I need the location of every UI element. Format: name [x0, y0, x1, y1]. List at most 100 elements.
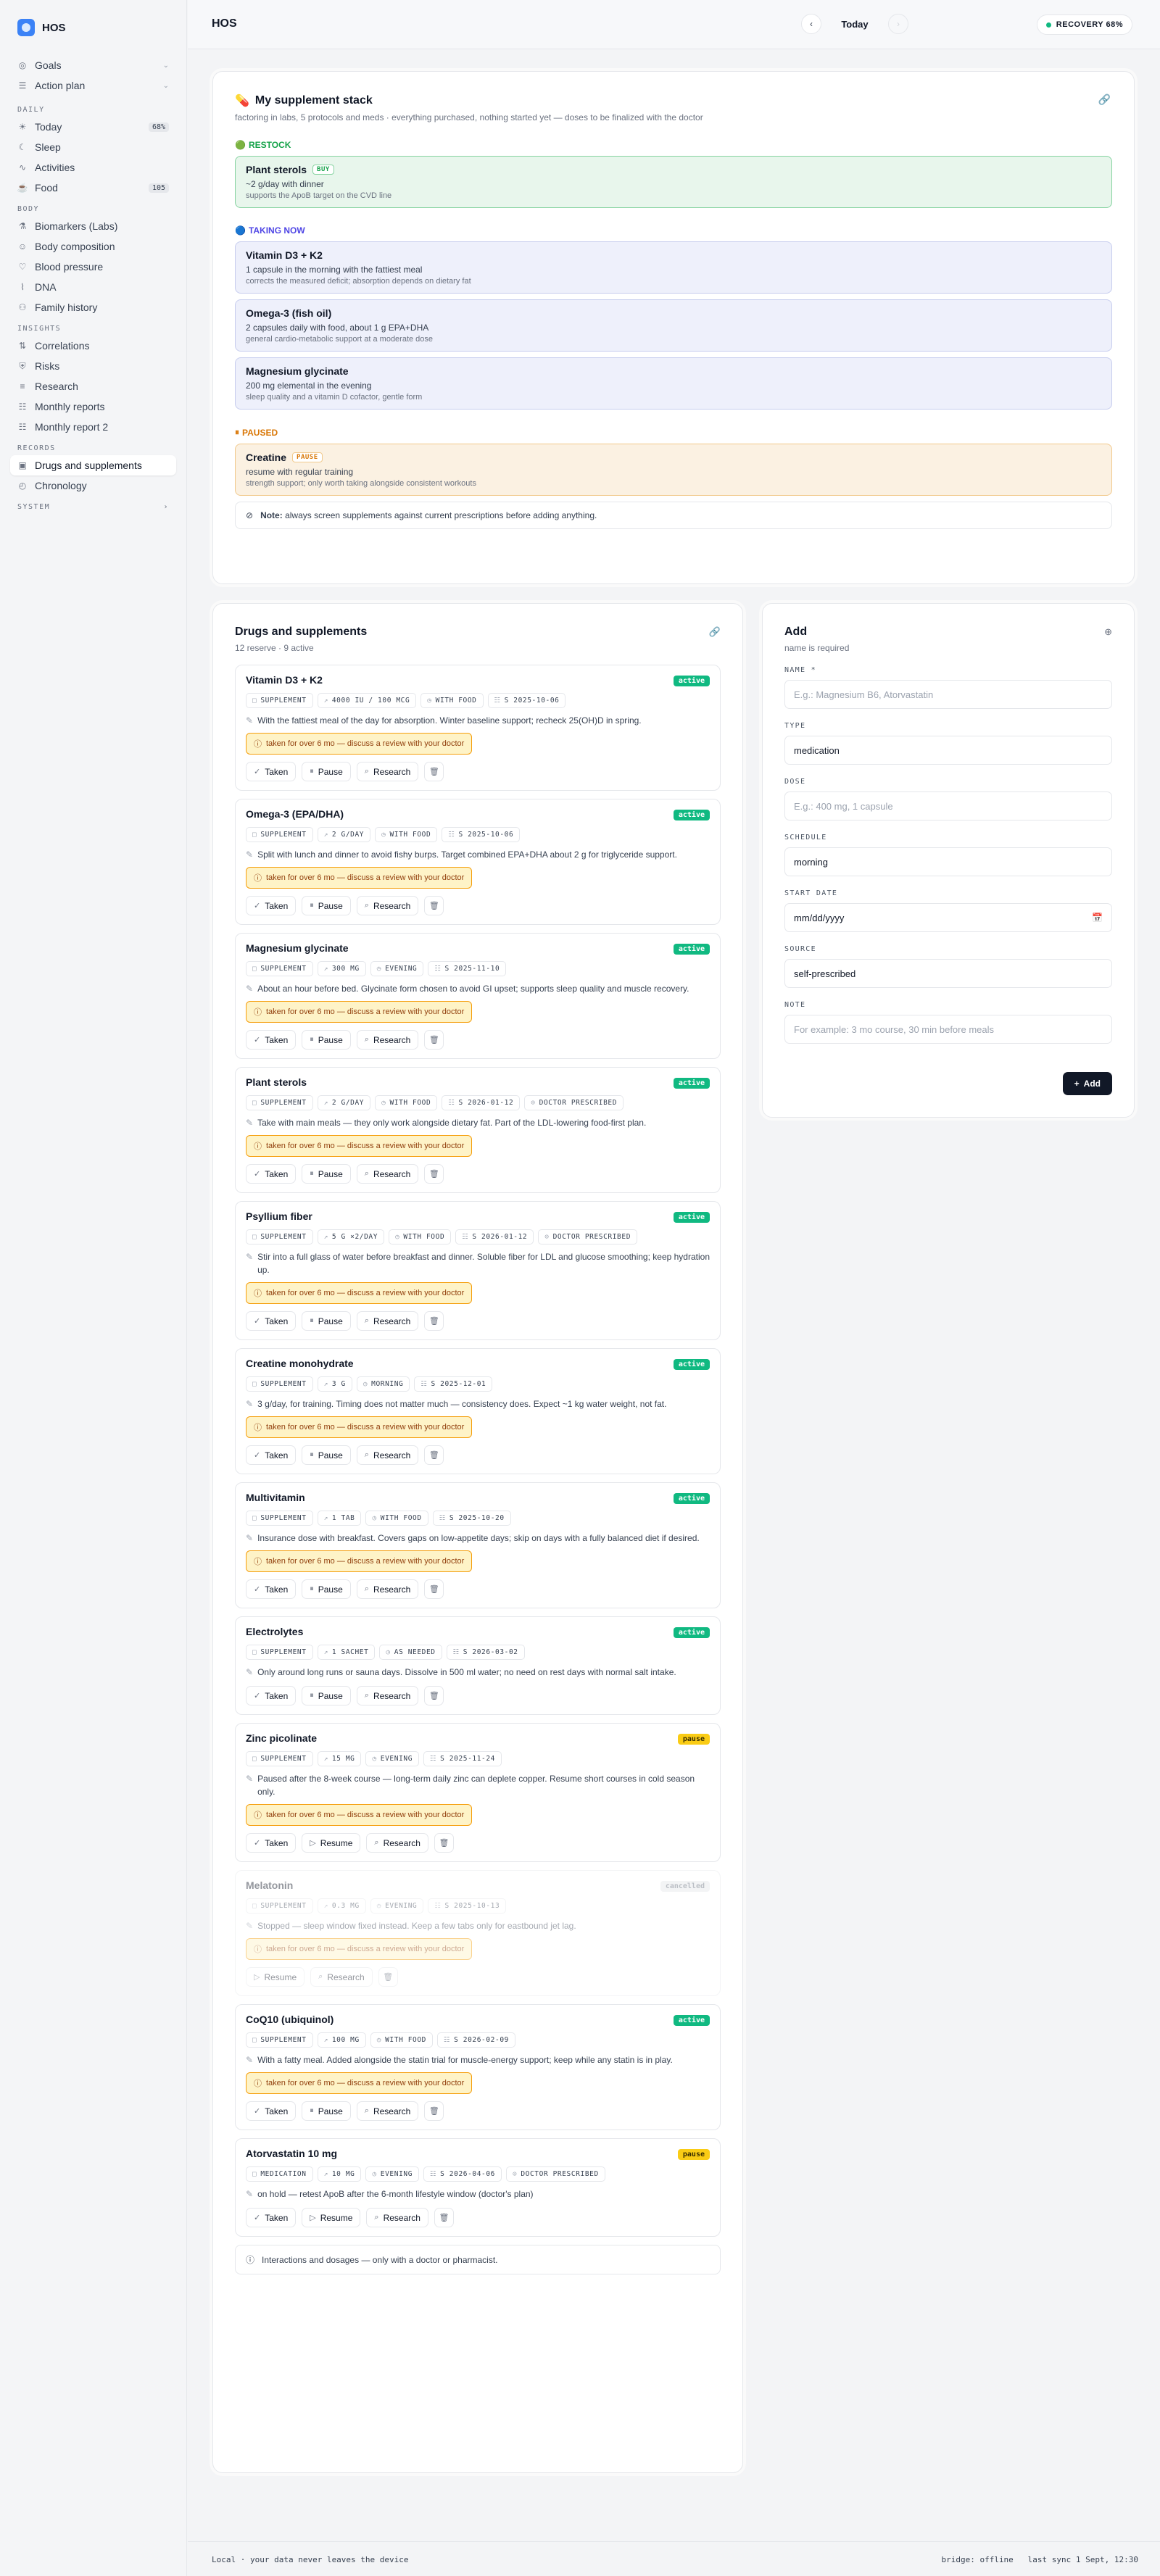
sidebar-section-system[interactable]: SYSTEM ›	[17, 503, 169, 511]
research-button[interactable]: ⌕ Research	[356, 1030, 419, 1050]
stack-item[interactable]: Magnesium glycinate 200 mg elemental in t…	[235, 357, 1112, 410]
delete-button[interactable]: 🗑	[424, 1686, 444, 1705]
taken-button[interactable]: ✓ Taken	[246, 1686, 297, 1705]
research-button[interactable]: ⌕ Research	[356, 1164, 419, 1184]
resume-button[interactable]: ▷ Resume	[302, 1833, 361, 1853]
research-button[interactable]: ⌕ Research	[356, 1579, 419, 1599]
sidebar-item-today[interactable]: ☀ Today 68%	[10, 117, 176, 137]
pause-button[interactable]: ⏸ Pause	[302, 1030, 351, 1050]
name-input[interactable]: E.g.: Magnesium B6, Atorvastatin	[784, 680, 1112, 709]
sidebar-item-drugs-and-supplements[interactable]: ▣ Drugs and supplements	[10, 455, 176, 475]
chevron-right-icon: ›	[163, 503, 169, 511]
pill-dose-icon: ↗	[323, 1233, 328, 1241]
pause-button[interactable]: ⏸ Pause	[302, 1164, 351, 1184]
next-day-button[interactable]: ›	[888, 14, 908, 34]
taken-button[interactable]: ✓ Taken	[246, 1579, 297, 1599]
taken-button[interactable]: ✓ Taken	[246, 2208, 297, 2227]
search-icon: ⌕	[364, 767, 369, 776]
taken-button[interactable]: ✓ Taken	[246, 896, 297, 915]
link-icon[interactable]: 🔗	[1098, 94, 1111, 106]
start-date-input[interactable]: mm/dd/yyyy 📅	[784, 903, 1112, 932]
taken-button[interactable]: ✓ Taken	[246, 1445, 297, 1465]
stack-item[interactable]: Vitamin D3 + K2 1 capsule in the morning …	[235, 241, 1112, 294]
delete-button[interactable]: 🗑	[424, 762, 444, 781]
delete-button[interactable]: 🗑	[424, 1445, 444, 1465]
link-icon[interactable]: 🔗	[709, 626, 721, 638]
recovery-badge[interactable]: RECOVERY 68%	[1036, 14, 1132, 35]
taken-button[interactable]: ✓ Taken	[246, 762, 297, 781]
note-input[interactable]: For example: 3 mo course, 30 min before …	[784, 1015, 1112, 1044]
research-button[interactable]: ⌕ Research	[310, 1967, 373, 1987]
schedule-select[interactable]: morning	[784, 847, 1112, 876]
research-button[interactable]: ⌕ Research	[366, 1833, 428, 1853]
sidebar-item-sleep[interactable]: ☾ Sleep	[10, 137, 176, 157]
delete-button[interactable]: 🗑	[424, 1164, 444, 1184]
brand[interactable]: HOS	[17, 19, 176, 36]
pause-button[interactable]: ⏸ Pause	[302, 762, 351, 781]
add-form-panel: Add ⊕ name is required NAME * E.g.: Magn…	[762, 603, 1135, 1118]
pause-button[interactable]: ⏸ Pause	[302, 2101, 351, 2121]
delete-button[interactable]: 🗑	[424, 2101, 444, 2121]
delete-button[interactable]: 🗑	[434, 1833, 454, 1853]
drug-chip-text: S 2026-02-09	[454, 2036, 509, 2044]
research-button[interactable]: ⌕ Research	[366, 2208, 428, 2227]
stack-item[interactable]: Plant sterols BUY ~2 g/day with dinner supp…	[235, 156, 1112, 208]
list-icon: ☰	[18, 80, 27, 91]
sidebar-item-body-composition[interactable]: ☺ Body composition	[10, 236, 176, 257]
research-button[interactable]: ⌕ Research	[356, 1311, 419, 1331]
delete-button[interactable]: 🗑	[424, 1311, 444, 1331]
research-button[interactable]: ⌕ Research	[356, 2101, 419, 2121]
calendar-icon[interactable]: 📅	[1092, 913, 1103, 923]
research-button[interactable]: ⌕ Research	[356, 896, 419, 915]
sidebar-item-family-history[interactable]: ⚇ Family history	[10, 297, 176, 317]
taken-button[interactable]: ✓ Taken	[246, 1030, 297, 1050]
prev-day-button[interactable]: ‹	[801, 14, 821, 34]
taken-button[interactable]: ✓ Taken	[246, 2101, 297, 2121]
sidebar-item-biomarkers-labs[interactable]: ⚗ Biomarkers (Labs)	[10, 216, 176, 236]
clock-icon: ◷	[386, 1648, 391, 1656]
delete-button[interactable]: 🗑	[434, 2208, 454, 2227]
resume-button[interactable]: ▷ Resume	[246, 1967, 305, 1987]
plus-circle-icon[interactable]: ⊕	[1104, 626, 1112, 638]
sidebar-item-chronology[interactable]: ◴ Chronology	[10, 475, 176, 496]
taken-button[interactable]: ✓ Taken	[246, 1311, 297, 1331]
delete-button[interactable]: 🗑	[424, 1579, 444, 1599]
delete-button[interactable]: 🗑	[378, 1967, 398, 1987]
source-select[interactable]: self-prescribed	[784, 959, 1112, 988]
sidebar-item-action-plan[interactable]: ☰ Action plan ⌄	[10, 75, 176, 96]
sidebar-item-monthly-reports[interactable]: ☷ Monthly reports	[10, 396, 176, 417]
pause-button[interactable]: ⏸ Pause	[302, 1579, 351, 1599]
drug-chip-text: SUPPLEMENT	[260, 2036, 307, 2044]
research-button[interactable]: ⌕ Research	[356, 762, 419, 781]
drug-description: ✎ Insurance dose with breakfast. Covers g…	[246, 1532, 710, 1545]
research-button[interactable]: ⌕ Research	[356, 1686, 419, 1705]
sidebar-item-food[interactable]: ☕ Food 105	[10, 178, 176, 198]
sidebar-item-research[interactable]: ≡ Research	[10, 376, 176, 396]
play-icon: ▷	[310, 2214, 316, 2222]
sidebar-item-goals[interactable]: ◎ Goals ⌄	[10, 55, 176, 75]
pause-button[interactable]: ⏸ Pause	[302, 1311, 351, 1331]
delete-button[interactable]: 🗑	[424, 896, 444, 915]
taken-button[interactable]: ✓ Taken	[246, 1164, 297, 1184]
sidebar-item-risks[interactable]: ⛨ Risks	[10, 356, 176, 376]
research-button[interactable]: ⌕ Research	[356, 1445, 419, 1465]
dose-input[interactable]: E.g.: 400 mg, 1 capsule	[784, 792, 1112, 820]
stack-item[interactable]: Creatine PAUSE resume with regular trainin…	[235, 444, 1112, 496]
pause-button[interactable]: ⏸ Pause	[302, 896, 351, 915]
drug-chip-text: SUPPLEMENT	[260, 1648, 307, 1656]
sidebar-item-activities[interactable]: ∿ Activities	[10, 157, 176, 178]
stack-item-reason: sleep quality and a vitamin D cofactor, …	[246, 393, 423, 402]
sidebar-item-dna[interactable]: ⌇ DNA	[10, 277, 176, 297]
resume-button[interactable]: ▷ Resume	[302, 2208, 361, 2227]
stack-item[interactable]: Omega-3 (fish oil) 2 capsules daily with …	[235, 299, 1112, 352]
delete-button[interactable]: 🗑	[424, 1030, 444, 1050]
type-select[interactable]: medication	[784, 736, 1112, 765]
pause-button[interactable]: ⏸ Pause	[302, 1686, 351, 1705]
sidebar-item-monthly-report-2[interactable]: ☷ Monthly report 2	[10, 417, 176, 437]
add-button[interactable]: + Add	[1062, 1072, 1112, 1095]
play-icon: ▷	[310, 1839, 316, 1848]
sidebar-item-correlations[interactable]: ⇅ Correlations	[10, 336, 176, 356]
pause-button[interactable]: ⏸ Pause	[302, 1445, 351, 1465]
sidebar-item-blood-pressure[interactable]: ♡ Blood pressure	[10, 257, 176, 277]
taken-button[interactable]: ✓ Taken	[246, 1833, 297, 1853]
